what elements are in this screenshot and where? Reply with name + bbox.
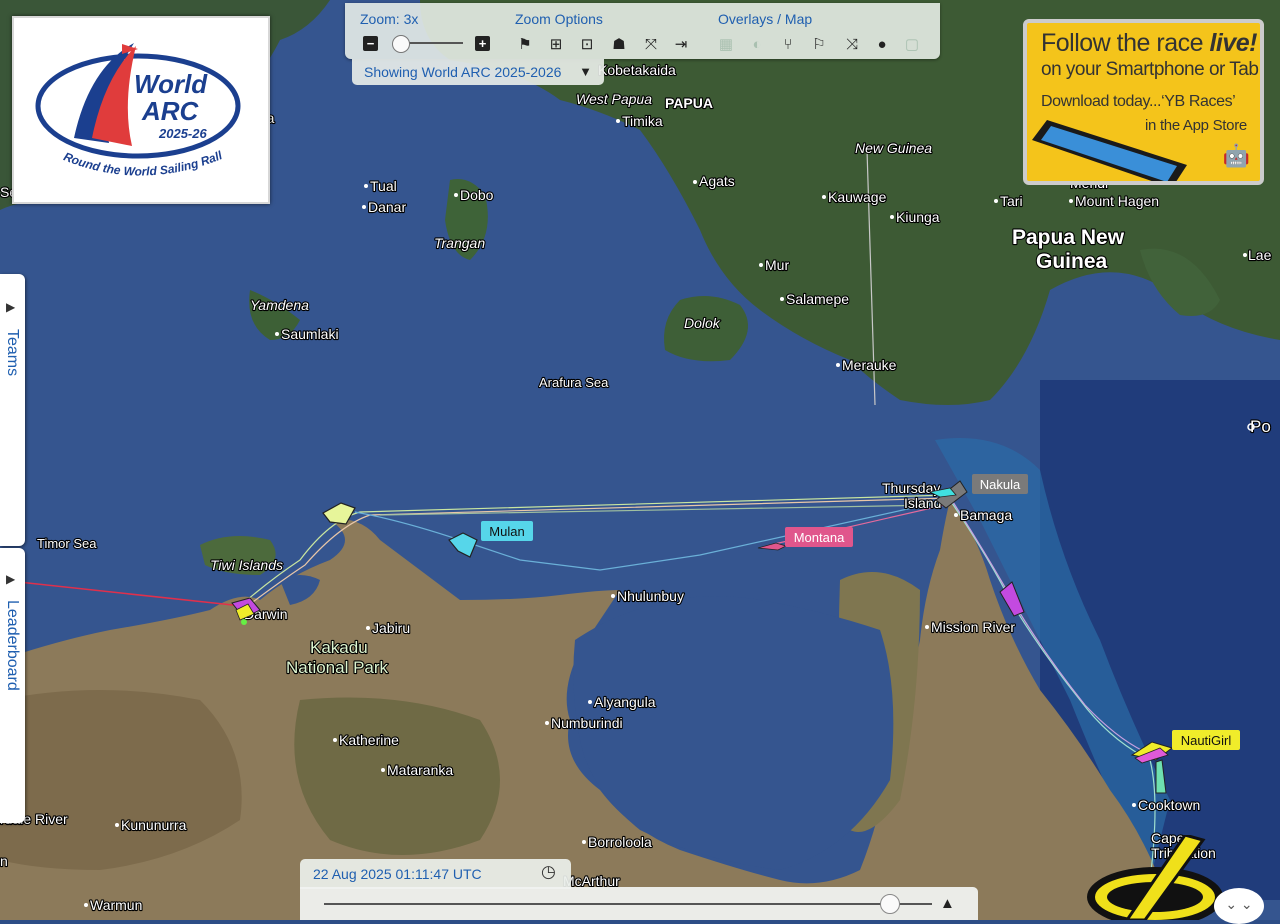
world-arc-logo: World ARC 2025-26 Round the World Sailin… xyxy=(10,7,270,204)
overlays-map-label: Overlays / Map xyxy=(718,11,813,27)
logo-arc: ARC xyxy=(141,96,200,126)
zoom-dots-icon[interactable]: ⊡ xyxy=(577,34,597,54)
promo-headline-live: live! xyxy=(1209,29,1257,57)
shuffle-icon[interactable]: ⤨ xyxy=(842,34,862,54)
place-port: Po xyxy=(1250,417,1271,436)
boat-label-nautigirl: NautiGirl xyxy=(1181,733,1232,748)
place-agats: Agats xyxy=(699,173,735,189)
wind-icon[interactable]: ⑂ xyxy=(778,34,798,54)
promo-headline: Follow the race xyxy=(1041,29,1210,57)
zoom-out-button[interactable]: − xyxy=(363,36,378,51)
time-slider-panel: 22 Aug 2025 01:11:47 UTC ◷ ▲ xyxy=(300,859,978,920)
place-png-1: Papua New xyxy=(1012,226,1125,249)
exit-icon[interactable]: ⇥ xyxy=(671,34,691,54)
zoom-options-label: Zoom Options xyxy=(515,11,603,27)
place-thursday-2: Island xyxy=(904,495,941,511)
expand-chevrons-icon[interactable]: ⌄ ⌄ xyxy=(1214,888,1264,924)
boat-label-nakula: Nakula xyxy=(980,477,1021,492)
place-nhulunbuy: Nhulunbuy xyxy=(617,588,684,604)
place-trangan: Trangan xyxy=(434,235,485,251)
place-numburindi: Numburindi xyxy=(551,715,623,731)
yb-tracking-logo xyxy=(1087,835,1223,920)
day-night-icon[interactable]: ◐ xyxy=(747,34,767,54)
place-n: n xyxy=(0,853,8,869)
teams-arrow-icon: ▶ xyxy=(6,300,16,314)
place-tiwi-islands: Tiwi Islands xyxy=(210,557,283,573)
place-timika: Timika xyxy=(622,113,663,129)
zoom-in-button[interactable]: + xyxy=(475,36,490,51)
place-kakadu-2: National Park xyxy=(286,658,389,677)
place-west-papua: West Papua xyxy=(576,91,652,107)
smartphone-icon xyxy=(1032,120,1187,181)
place-mission-river: Mission River xyxy=(931,619,1015,635)
place-new-guinea: New Guinea xyxy=(855,140,932,156)
map-toolbar: Zoom: 3x Zoom Options Overlays / Map − +… xyxy=(345,3,940,59)
place-jabiru: Jabiru xyxy=(372,620,410,636)
flag-icon[interactable]: ⚑ xyxy=(515,34,535,54)
teams-label: Teams xyxy=(4,329,21,377)
grid-overlay-icon[interactable]: ▦ xyxy=(716,34,736,54)
place-timor-sea: Timor Sea xyxy=(37,536,97,551)
place-png-2: Guinea xyxy=(1036,250,1108,273)
event-selector[interactable]: Showing World ARC 2025-2026 ▼ xyxy=(352,59,604,85)
android-apple-icons: 🤖 xyxy=(1222,143,1250,168)
event-selector-label: Showing World ARC 2025-2026 xyxy=(364,64,562,80)
boat-label-mulan: Mulan xyxy=(489,524,524,539)
logo-world: World xyxy=(134,69,208,99)
play-toggle-icon[interactable]: ▲ xyxy=(940,895,955,912)
app-promo-banner[interactable]: Follow the race live! on your Smartphone… xyxy=(1023,19,1264,185)
place-kauwage: Kauwage xyxy=(828,189,887,205)
world-arc-emblem: World ARC 2025-26 Round the World Sailin… xyxy=(10,7,241,179)
leaderboard-arrow-icon: ▶ xyxy=(6,572,16,586)
tab-leaderboard[interactable]: ▶ Leaderboard xyxy=(0,548,25,823)
place-cooktown: Cooktown xyxy=(1138,797,1200,813)
place-dobo: Dobo xyxy=(460,187,494,203)
place-mataranka: Mataranka xyxy=(387,762,453,778)
place-salamepe: Salamepe xyxy=(786,291,849,307)
place-yamdena: Yamdena xyxy=(250,297,309,313)
place-kununurra: Kununurra xyxy=(121,817,187,833)
place-kakadu-1: Kakadu xyxy=(310,638,368,657)
boat-label-montana: Montana xyxy=(794,530,845,545)
place-danar: Danar xyxy=(368,199,406,215)
place-mount-hagen: Mount Hagen xyxy=(1075,193,1159,209)
place-papua: PAPUA xyxy=(665,95,713,111)
place-katherine: Katherine xyxy=(339,732,399,748)
square-icon[interactable]: ▢ xyxy=(902,34,922,54)
place-tual: Tual xyxy=(370,178,397,194)
zoom-label: Zoom: 3x xyxy=(360,11,419,27)
zoom-in-box-icon[interactable]: ⊞ xyxy=(546,34,566,54)
place-mur: Mur xyxy=(765,257,789,273)
fullscreen-icon[interactable]: ⤧ xyxy=(641,34,661,54)
place-merauke: Merauke xyxy=(842,357,897,373)
promo-line2: on your Smartphone or Tab xyxy=(1041,59,1259,80)
place-warmun: Warmun xyxy=(90,897,142,913)
group-icon[interactable]: ☗ xyxy=(609,34,629,54)
globe-icon[interactable]: ● xyxy=(872,34,892,54)
place-lae: Lae xyxy=(1248,247,1272,263)
leaderboard-label: Leaderboard xyxy=(4,600,21,691)
place-tari: Tari xyxy=(1000,193,1023,209)
time-display: 22 Aug 2025 01:11:47 UTC ◷ xyxy=(300,859,571,889)
dropdown-arrow-icon: ▼ xyxy=(579,64,592,79)
place-dolok: Dolok xyxy=(684,315,721,331)
time-slider-track[interactable] xyxy=(324,903,932,905)
place-kiunga: Kiunga xyxy=(896,209,940,225)
flag-wind-icon[interactable]: ⚐ xyxy=(809,34,829,54)
place-bamaga: Bamaga xyxy=(960,507,1012,523)
place-borroloola: Borroloola xyxy=(588,834,652,850)
clock-icon[interactable]: ◷ xyxy=(541,862,556,882)
place-thursday-1: Thursday xyxy=(882,480,940,496)
place-saumlaki: Saumlaki xyxy=(281,326,339,342)
current-datetime: 22 Aug 2025 01:11:47 UTC xyxy=(313,866,482,882)
place-alyangula: Alyangula xyxy=(594,694,656,710)
promo-line3: Download today...‘YB Races’ xyxy=(1041,93,1236,110)
place-kobetakaida: Kobetakaida xyxy=(598,62,676,78)
logo-years: 2025-26 xyxy=(158,126,207,141)
zoom-slider-knob[interactable] xyxy=(392,35,410,53)
tab-teams[interactable]: ▶ Teams xyxy=(0,274,25,546)
place-arafura-sea: Arafura Sea xyxy=(539,375,609,390)
